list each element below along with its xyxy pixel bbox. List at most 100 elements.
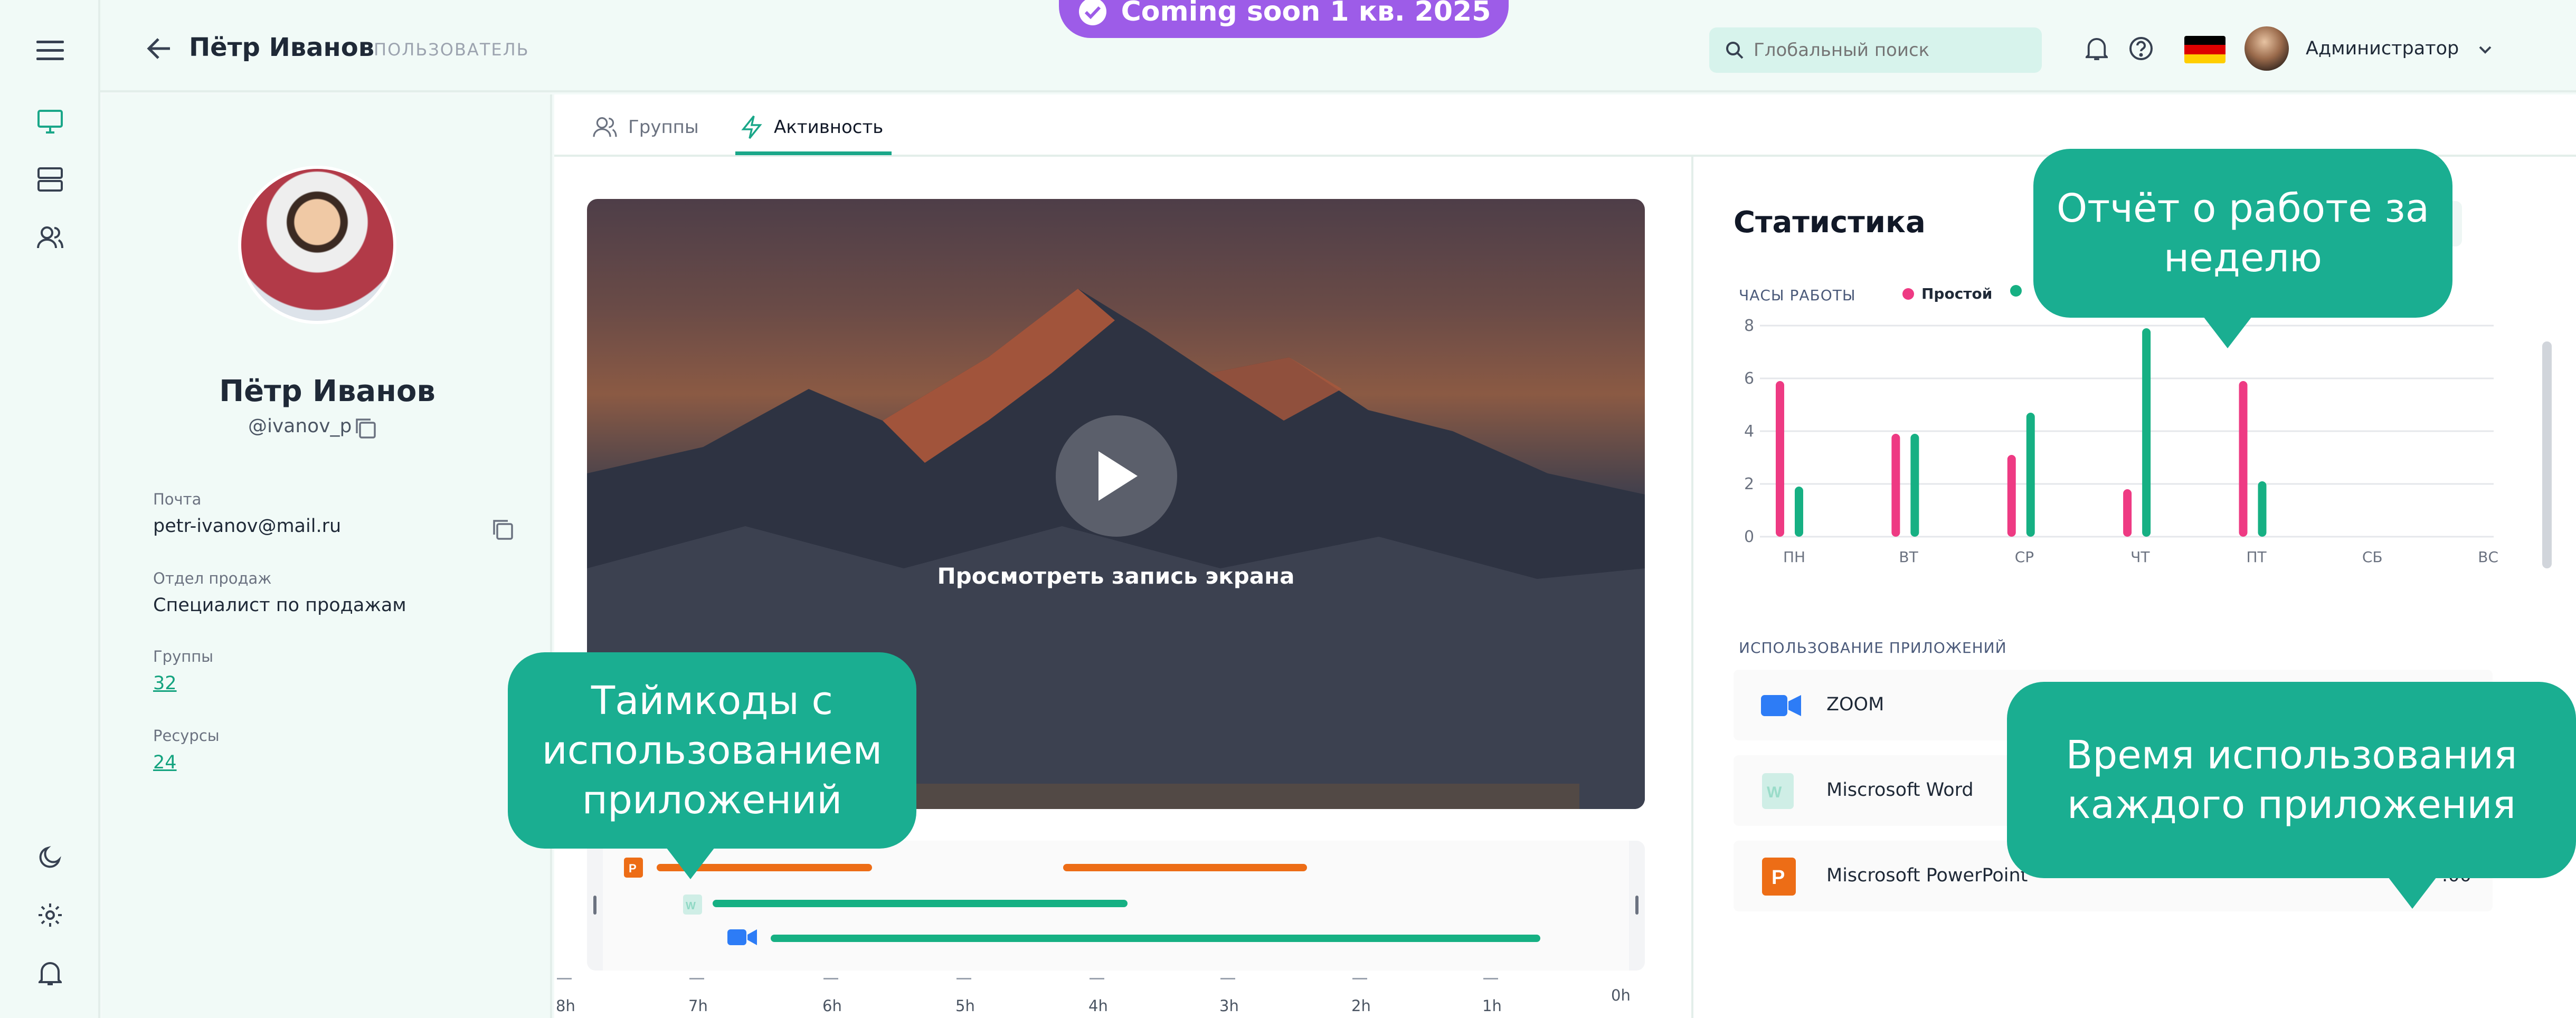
search-input[interactable] — [1754, 40, 2028, 61]
play-icon — [1098, 451, 1138, 501]
video-caption: Просмотреть запись экрана — [937, 563, 1295, 589]
powerpoint-usage-bar[interactable] — [1063, 864, 1307, 871]
timeline-tick-mark — [956, 978, 971, 979]
monitor-icon[interactable] — [34, 106, 66, 137]
callout-weekly-report: Отчёт о работе за неделю — [2033, 149, 2452, 318]
y-tick-label: 8 — [1744, 317, 1754, 335]
lightning-icon — [741, 115, 762, 139]
settings-icon[interactable] — [34, 899, 66, 931]
timeline-left-handle[interactable] — [593, 896, 596, 915]
chart-bar[interactable] — [2142, 328, 2151, 537]
apps-usage-label: ИСПОЛЬЗОВАНИЕ ПРИЛОЖЕНИЙ — [1739, 639, 2007, 657]
profile-panel: Пётр Иванов @ivanov_p Почта petr-ivanov@… — [102, 94, 552, 1018]
server-icon[interactable] — [34, 164, 66, 195]
timeline-tick-mark — [823, 978, 838, 979]
word-icon: W — [1762, 773, 1794, 809]
flag-stripe-middle — [2184, 45, 2225, 54]
resources-count-link[interactable]: 24 — [153, 752, 177, 773]
powerpoint-icon: P — [1762, 858, 1796, 896]
timeline-tick-mark — [1483, 978, 1498, 979]
icon-rail — [0, 0, 100, 1018]
x-tick-label: ПН — [1783, 548, 1805, 566]
language-flag-icon[interactable] — [2184, 36, 2225, 63]
x-tick-label: СБ — [2362, 548, 2383, 566]
tab-groups[interactable]: Группы — [592, 111, 699, 143]
notifications-icon[interactable] — [2081, 33, 2113, 64]
timeline-tick-label: 7h — [688, 997, 708, 1015]
bell-icon[interactable] — [34, 957, 66, 989]
legend-active — [2010, 285, 2022, 297]
chart-bar[interactable] — [2239, 381, 2248, 537]
app-timeline[interactable]: P W — [587, 841, 1645, 971]
users-icon — [593, 117, 617, 137]
timeline-tick-label: 5h — [955, 997, 975, 1015]
svg-text:P: P — [1772, 867, 1785, 889]
moon-icon[interactable] — [34, 841, 66, 873]
legend-idle-label: Простой — [1921, 285, 1993, 302]
help-icon[interactable] — [2125, 33, 2157, 64]
email-label: Почта — [153, 490, 202, 508]
profile-name: Пётр Иванов — [219, 374, 435, 408]
department-label: Отдел продаж — [153, 569, 272, 587]
chart-bar[interactable] — [1776, 381, 1784, 537]
zoom-usage-bar[interactable] — [771, 935, 1540, 942]
chart-bar[interactable] — [2123, 489, 2132, 537]
badge-check-icon — [1078, 0, 1106, 25]
chevron-down-icon[interactable] — [2476, 40, 2495, 59]
profile-handle: @ivanov_p — [248, 415, 352, 437]
tab-groups-label: Группы — [628, 117, 699, 138]
account-name[interactable]: Администратор — [2306, 38, 2459, 59]
timeline-tick-mark — [1352, 978, 1367, 979]
stats-scrollbar[interactable] — [2542, 341, 2552, 568]
zoom-icon — [727, 929, 757, 945]
stats-title: Статистика — [1734, 205, 1926, 240]
svg-text:W: W — [1767, 784, 1782, 801]
callout-timecodes-text: Таймкоды с использованием приложений — [542, 678, 883, 823]
word-icon: W — [683, 895, 702, 915]
tab-activity-label: Активность — [774, 117, 884, 138]
chart-bar[interactable] — [1910, 434, 1919, 537]
play-button[interactable] — [1056, 415, 1177, 537]
account-avatar[interactable] — [2244, 26, 2289, 71]
resources-label: Ресурсы — [153, 727, 220, 745]
legend-idle-dot — [1902, 288, 1914, 300]
x-tick-label: ПТ — [2247, 548, 2267, 566]
app-name: Miscrosoft Word — [1826, 779, 1974, 801]
callout-app-usage: Время использования каждого приложения — [2007, 682, 2576, 878]
search-icon — [1726, 42, 1744, 59]
word-usage-bar[interactable] — [713, 900, 1128, 907]
legend-idle: Простой — [1902, 285, 1992, 302]
users-icon[interactable] — [34, 222, 66, 253]
x-tick-label: ЧТ — [2130, 548, 2150, 566]
powerpoint-icon: P — [624, 858, 643, 878]
y-tick-label: 6 — [1744, 369, 1754, 388]
timeline-tick-label: 6h — [822, 997, 842, 1015]
callout-usage-tail — [2388, 877, 2437, 909]
copy-icon[interactable] — [353, 415, 378, 441]
timeline-right-handle[interactable] — [1635, 896, 1639, 915]
zoom-icon — [1761, 695, 1801, 716]
y-tick-label: 0 — [1744, 528, 1754, 546]
chart-bar[interactable] — [2007, 455, 2016, 537]
y-tick-label: 2 — [1744, 475, 1754, 493]
callout-timecodes-tail — [666, 848, 715, 879]
app-name: Miscrosoft PowerPoint — [1826, 865, 2028, 886]
back-arrow-icon[interactable] — [144, 33, 175, 64]
chart-bar[interactable] — [1891, 434, 1900, 537]
chart-bar[interactable] — [2026, 413, 2035, 537]
chart-bar[interactable] — [1795, 487, 1803, 537]
flag-stripe-bottom — [2184, 54, 2225, 63]
timeline-track-area: P W — [603, 841, 1629, 971]
menu-icon[interactable] — [34, 35, 66, 66]
timeline-tick-label: 0h — [1611, 986, 1631, 1004]
x-tick-label: ВТ — [1899, 548, 1918, 566]
timeline-tick-mark — [1220, 978, 1235, 979]
copy-email-icon[interactable] — [490, 517, 515, 542]
user-role-label: ПОЛЬЗОВАТЕЛЬ — [374, 40, 529, 60]
tab-activity[interactable]: Активность — [740, 111, 883, 143]
timeline-tick-mark — [557, 978, 572, 979]
chart-bar[interactable] — [2258, 481, 2267, 537]
groups-count-link[interactable]: 32 — [153, 673, 177, 694]
timeline-tick-label: 2h — [1351, 997, 1371, 1015]
global-search[interactable] — [1709, 27, 2042, 73]
